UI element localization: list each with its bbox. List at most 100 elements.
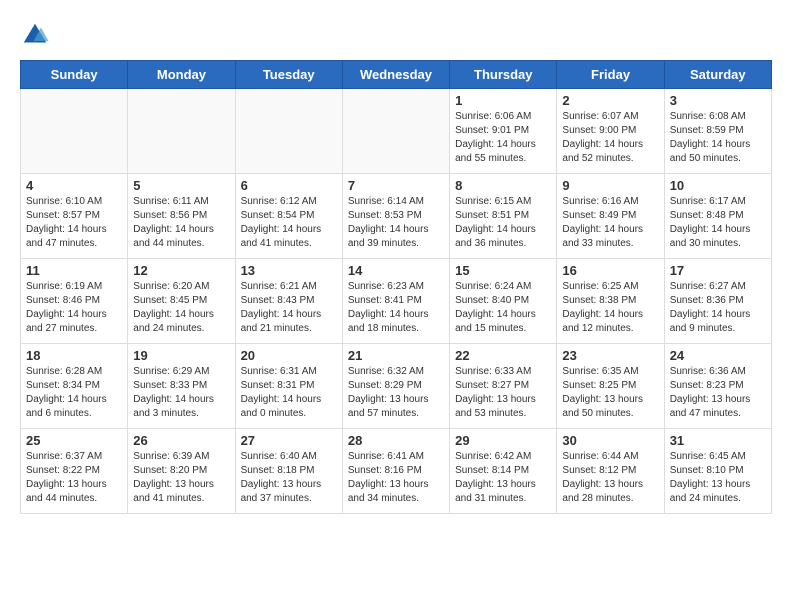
calendar-cell: 22 Sunrise: 6:33 AM Sunset: 8:27 PM Dayli… — [450, 344, 557, 429]
calendar-cell — [342, 89, 449, 174]
day-info: Sunrise: 6:32 AM Sunset: 8:29 PM Dayligh… — [348, 365, 444, 421]
calendar-cell: 5 Sunrise: 6:11 AM Sunset: 8:56 PM Daylig… — [128, 174, 235, 259]
day-info: Sunrise: 6:10 AM Sunset: 8:57 PM Dayligh… — [26, 195, 122, 251]
calendar-cell: 19 Sunrise: 6:29 AM Sunset: 8:33 PM Dayli… — [128, 344, 235, 429]
day-number: 22 — [455, 348, 551, 363]
calendar-cell: 3Sunrise: 6:08 AM Sunset: 8:59 PM Daylig… — [664, 89, 771, 174]
day-number: 11 — [26, 263, 122, 278]
calendar-week-row: 25 Sunrise: 6:37 AM Sunset: 8:22 PM Dayli… — [21, 429, 772, 514]
day-number: 24 — [670, 348, 766, 363]
calendar-cell: 4 Sunrise: 6:10 AM Sunset: 8:57 PM Daylig… — [21, 174, 128, 259]
day-number: 21 — [348, 348, 444, 363]
day-number: 2 — [562, 93, 658, 108]
day-info: Sunrise: 6:28 AM Sunset: 8:34 PM Dayligh… — [26, 365, 122, 421]
day-info: Sunrise: 6:33 AM Sunset: 8:27 PM Dayligh… — [455, 365, 551, 421]
calendar-week-row: 18 Sunrise: 6:28 AM Sunset: 8:34 PM Dayli… — [21, 344, 772, 429]
day-info: Sunrise: 6:40 AM Sunset: 8:18 PM Dayligh… — [241, 450, 337, 506]
day-info: Sunrise: 6:17 AM Sunset: 8:48 PM Dayligh… — [670, 195, 766, 251]
calendar-cell: 8 Sunrise: 6:15 AM Sunset: 8:51 PM Daylig… — [450, 174, 557, 259]
calendar-cell — [21, 89, 128, 174]
day-number: 26 — [133, 433, 229, 448]
calendar-cell: 20Sunrise: 6:31 AM Sunset: 8:31 PM Dayli… — [235, 344, 342, 429]
day-number: 30 — [562, 433, 658, 448]
day-info: Sunrise: 6:29 AM Sunset: 8:33 PM Dayligh… — [133, 365, 229, 421]
calendar-cell: 10Sunrise: 6:17 AM Sunset: 8:48 PM Dayli… — [664, 174, 771, 259]
day-info: Sunrise: 6:37 AM Sunset: 8:22 PM Dayligh… — [26, 450, 122, 506]
day-info: Sunrise: 6:20 AM Sunset: 8:45 PM Dayligh… — [133, 280, 229, 336]
calendar-day-header: Wednesday — [342, 61, 449, 89]
calendar-day-header: Friday — [557, 61, 664, 89]
calendar-cell: 23 Sunrise: 6:35 AM Sunset: 8:25 PM Dayli… — [557, 344, 664, 429]
calendar-day-header: Sunday — [21, 61, 128, 89]
calendar-cell: 18 Sunrise: 6:28 AM Sunset: 8:34 PM Dayli… — [21, 344, 128, 429]
calendar-day-header: Saturday — [664, 61, 771, 89]
day-number: 5 — [133, 178, 229, 193]
calendar-cell: 15Sunrise: 6:24 AM Sunset: 8:40 PM Dayli… — [450, 259, 557, 344]
calendar-table: SundayMondayTuesdayWednesdayThursdayFrid… — [20, 60, 772, 514]
calendar-cell: 29 Sunrise: 6:42 AM Sunset: 8:14 PM Dayli… — [450, 429, 557, 514]
calendar-cell: 9Sunrise: 6:16 AM Sunset: 8:49 PM Daylig… — [557, 174, 664, 259]
day-number: 28 — [348, 433, 444, 448]
day-number: 31 — [670, 433, 766, 448]
calendar-cell: 2 Sunrise: 6:07 AM Sunset: 9:00 PM Daylig… — [557, 89, 664, 174]
day-number: 16 — [562, 263, 658, 278]
day-number: 8 — [455, 178, 551, 193]
calendar-cell — [235, 89, 342, 174]
day-number: 19 — [133, 348, 229, 363]
day-info: Sunrise: 6:21 AM Sunset: 8:43 PM Dayligh… — [241, 280, 337, 336]
calendar-cell: 26 Sunrise: 6:39 AM Sunset: 8:20 PM Dayli… — [128, 429, 235, 514]
calendar-week-row: 4 Sunrise: 6:10 AM Sunset: 8:57 PM Daylig… — [21, 174, 772, 259]
calendar-day-header: Thursday — [450, 61, 557, 89]
calendar-cell: 16 Sunrise: 6:25 AM Sunset: 8:38 PM Dayli… — [557, 259, 664, 344]
calendar-cell: 7 Sunrise: 6:14 AM Sunset: 8:53 PM Daylig… — [342, 174, 449, 259]
day-info: Sunrise: 6:15 AM Sunset: 8:51 PM Dayligh… — [455, 195, 551, 251]
day-info: Sunrise: 6:06 AM Sunset: 9:01 PM Dayligh… — [455, 110, 551, 166]
calendar-cell: 27 Sunrise: 6:40 AM Sunset: 8:18 PM Dayli… — [235, 429, 342, 514]
day-info: Sunrise: 6:12 AM Sunset: 8:54 PM Dayligh… — [241, 195, 337, 251]
calendar-cell: 25 Sunrise: 6:37 AM Sunset: 8:22 PM Dayli… — [21, 429, 128, 514]
day-info: Sunrise: 6:42 AM Sunset: 8:14 PM Dayligh… — [455, 450, 551, 506]
day-info: Sunrise: 6:45 AM Sunset: 8:10 PM Dayligh… — [670, 450, 766, 506]
day-number: 25 — [26, 433, 122, 448]
day-number: 18 — [26, 348, 122, 363]
day-number: 7 — [348, 178, 444, 193]
day-info: Sunrise: 6:11 AM Sunset: 8:56 PM Dayligh… — [133, 195, 229, 251]
day-number: 13 — [241, 263, 337, 278]
day-number: 17 — [670, 263, 766, 278]
day-info: Sunrise: 6:14 AM Sunset: 8:53 PM Dayligh… — [348, 195, 444, 251]
day-number: 15 — [455, 263, 551, 278]
day-number: 1 — [455, 93, 551, 108]
day-info: Sunrise: 6:39 AM Sunset: 8:20 PM Dayligh… — [133, 450, 229, 506]
calendar-cell: 14 Sunrise: 6:23 AM Sunset: 8:41 PM Dayli… — [342, 259, 449, 344]
day-info: Sunrise: 6:31 AM Sunset: 8:31 PM Dayligh… — [241, 365, 337, 421]
calendar-day-header: Tuesday — [235, 61, 342, 89]
day-number: 29 — [455, 433, 551, 448]
day-info: Sunrise: 6:07 AM Sunset: 9:00 PM Dayligh… — [562, 110, 658, 166]
calendar-cell: 21 Sunrise: 6:32 AM Sunset: 8:29 PM Dayli… — [342, 344, 449, 429]
day-number: 4 — [26, 178, 122, 193]
day-number: 14 — [348, 263, 444, 278]
calendar-cell: 13 Sunrise: 6:21 AM Sunset: 8:43 PM Dayli… — [235, 259, 342, 344]
calendar-cell: 28 Sunrise: 6:41 AM Sunset: 8:16 PM Dayli… — [342, 429, 449, 514]
day-info: Sunrise: 6:23 AM Sunset: 8:41 PM Dayligh… — [348, 280, 444, 336]
day-info: Sunrise: 6:16 AM Sunset: 8:49 PM Dayligh… — [562, 195, 658, 251]
day-info: Sunrise: 6:27 AM Sunset: 8:36 PM Dayligh… — [670, 280, 766, 336]
page-header — [20, 20, 772, 50]
calendar-cell: 11 Sunrise: 6:19 AM Sunset: 8:46 PM Dayli… — [21, 259, 128, 344]
calendar-cell: 24Sunrise: 6:36 AM Sunset: 8:23 PM Dayli… — [664, 344, 771, 429]
day-info: Sunrise: 6:08 AM Sunset: 8:59 PM Dayligh… — [670, 110, 766, 166]
day-info: Sunrise: 6:19 AM Sunset: 8:46 PM Dayligh… — [26, 280, 122, 336]
calendar-week-row: 11 Sunrise: 6:19 AM Sunset: 8:46 PM Dayli… — [21, 259, 772, 344]
day-info: Sunrise: 6:25 AM Sunset: 8:38 PM Dayligh… — [562, 280, 658, 336]
calendar-week-row: 1 Sunrise: 6:06 AM Sunset: 9:01 PM Daylig… — [21, 89, 772, 174]
calendar-cell: 31 Sunrise: 6:45 AM Sunset: 8:10 PM Dayli… — [664, 429, 771, 514]
calendar-day-header: Monday — [128, 61, 235, 89]
calendar-header-row: SundayMondayTuesdayWednesdayThursdayFrid… — [21, 61, 772, 89]
day-info: Sunrise: 6:35 AM Sunset: 8:25 PM Dayligh… — [562, 365, 658, 421]
day-number: 6 — [241, 178, 337, 193]
day-number: 27 — [241, 433, 337, 448]
day-info: Sunrise: 6:41 AM Sunset: 8:16 PM Dayligh… — [348, 450, 444, 506]
calendar-cell — [128, 89, 235, 174]
calendar-cell: 1 Sunrise: 6:06 AM Sunset: 9:01 PM Daylig… — [450, 89, 557, 174]
day-number: 23 — [562, 348, 658, 363]
